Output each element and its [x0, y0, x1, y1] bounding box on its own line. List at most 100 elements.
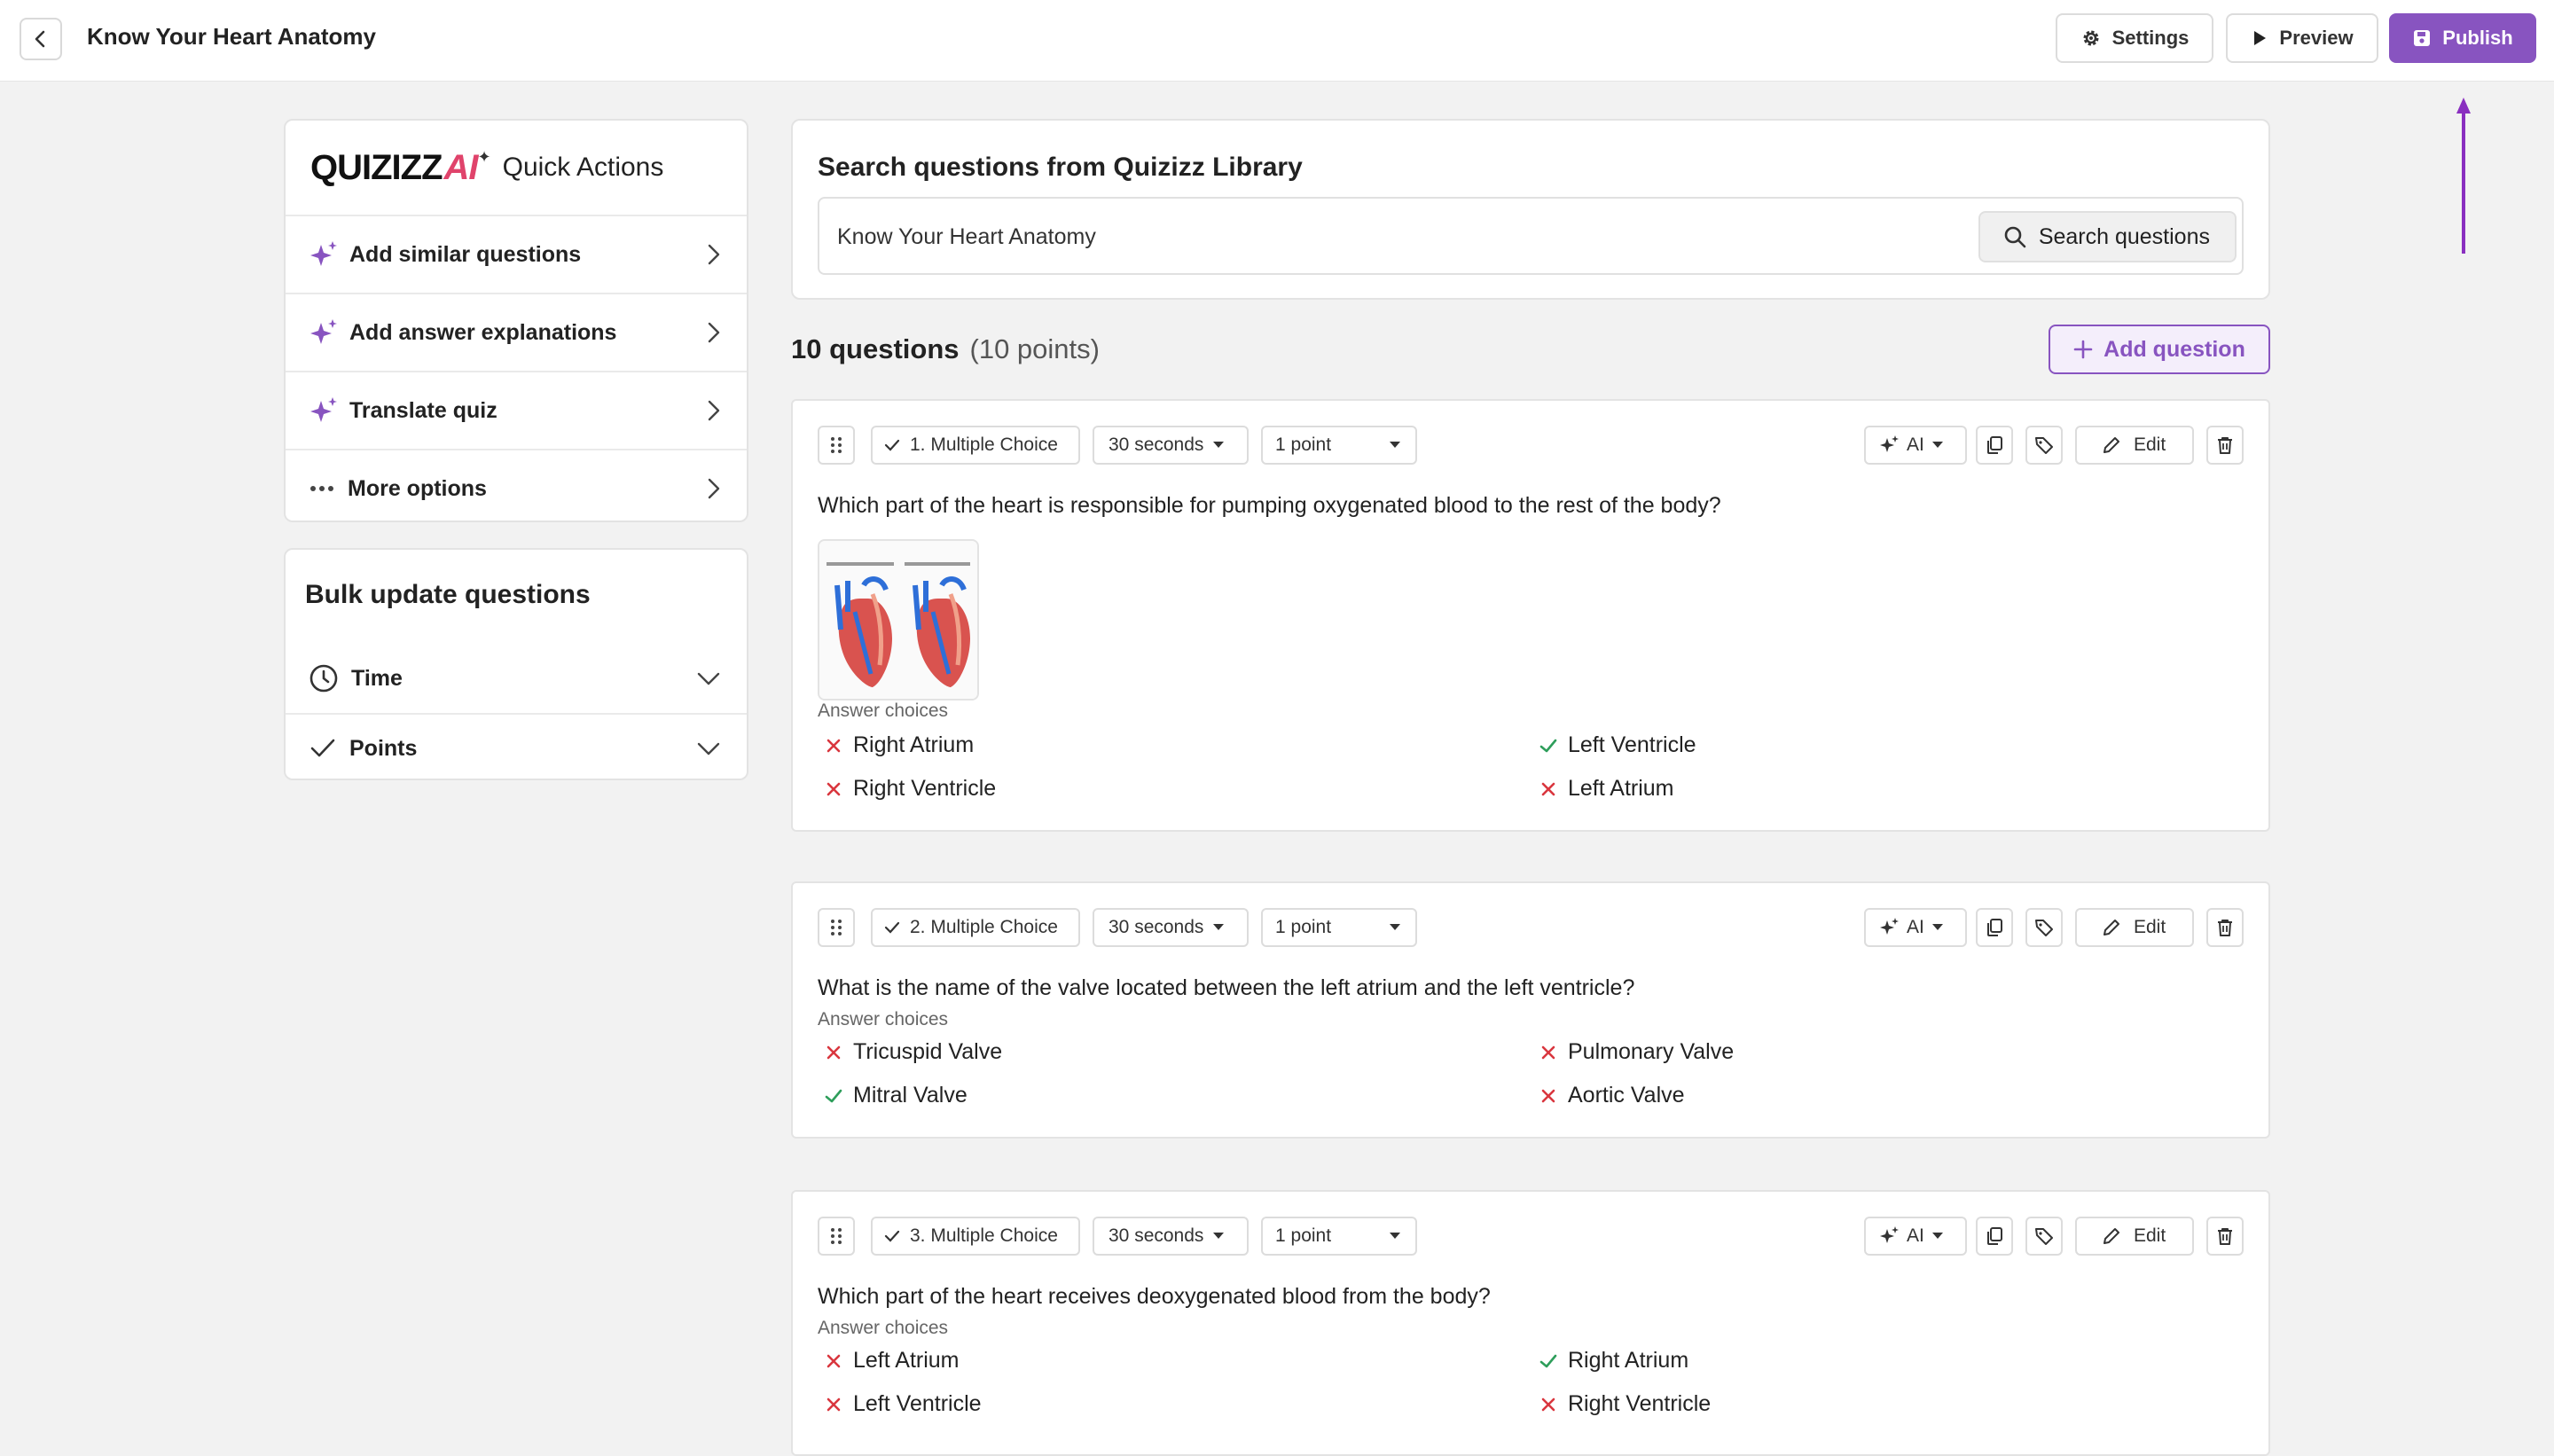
answer-text: Left Ventricle [1568, 732, 1696, 757]
drag-handle[interactable] [818, 426, 855, 465]
answer-choice: Right Atrium [825, 732, 974, 758]
brand-ai-text: AI [443, 147, 479, 187]
duplicate-button[interactable] [1976, 1217, 2013, 1256]
questions-summary: 10 questions (10 points) [791, 333, 1100, 365]
answer-choices-label: Answer choices [818, 1318, 949, 1338]
back-button[interactable] [20, 18, 62, 60]
caret-down-icon [1213, 924, 1225, 930]
bulk-update-points[interactable]: Points [286, 713, 747, 782]
chevron-right-icon [708, 400, 720, 421]
check-icon [884, 439, 900, 451]
time-value: 30 seconds [1109, 1225, 1204, 1246]
time-dropdown[interactable]: 30 seconds [1093, 908, 1249, 947]
search-button-label: Search questions [2038, 223, 2210, 249]
correct-icon [1539, 739, 1557, 752]
quick-actions-panel: QUIZIZZ AI ✦ Quick Actions Add similar q… [284, 119, 748, 522]
ai-menu-button[interactable]: AI [1864, 908, 1967, 947]
question-type-button[interactable]: 3. Multiple Choice [871, 1217, 1080, 1256]
ai-label: AI [1907, 434, 1924, 455]
quick-action-add-explanations[interactable]: Add answer explanations [286, 293, 747, 371]
quick-action-add-similar[interactable]: Add similar questions [286, 215, 747, 293]
edit-button[interactable]: Edit [2075, 908, 2194, 947]
question-toolbar: 1. Multiple Choice 30 seconds 1 point AI [818, 426, 2244, 465]
publish-button[interactable]: Publish [2389, 13, 2536, 63]
caret-down-icon [1390, 924, 1400, 930]
points-value: 1 point [1275, 434, 1332, 455]
tag-button[interactable] [2025, 908, 2063, 947]
search-bar: Search questions [818, 197, 2244, 275]
answer-text: Right Ventricle [1568, 1391, 1712, 1416]
bulk-update-label: Points [349, 735, 418, 761]
question-type-label: 2. Multiple Choice [910, 917, 1058, 937]
answer-text: Right Atrium [1568, 1348, 1689, 1373]
points-dropdown[interactable]: 1 point [1261, 908, 1417, 947]
answer-text: Pulmonary Valve [1568, 1039, 1735, 1064]
sparkle-icon [310, 241, 337, 266]
drag-handle-icon [831, 1228, 842, 1244]
drag-handle[interactable] [818, 1217, 855, 1256]
quick-action-label: Add similar questions [349, 241, 582, 267]
question-text: What is the name of the valve located be… [818, 975, 1635, 1000]
caret-down-icon [1213, 1233, 1225, 1239]
sparkle-icon [1880, 1226, 1899, 1243]
heart-diagram-image [819, 541, 977, 699]
tag-button[interactable] [2025, 426, 2063, 465]
sparkle-icon: ✦ [477, 147, 491, 166]
answer-choice: Tricuspid Valve [825, 1039, 1002, 1065]
bulk-update-panel: Bulk update questions Time Points [284, 548, 748, 780]
answer-choices-label: Answer choices [818, 701, 949, 721]
quick-action-more-options[interactable]: More options [286, 449, 747, 527]
settings-label: Settings [2111, 27, 2190, 49]
save-icon [2414, 30, 2431, 46]
points-dropdown[interactable]: 1 point [1261, 426, 1417, 465]
answer-text: Aortic Valve [1568, 1083, 1685, 1108]
incorrect-icon [827, 739, 841, 752]
trash-icon [2218, 1228, 2232, 1245]
check-icon [310, 739, 335, 757]
answer-text: Left Ventricle [853, 1391, 982, 1416]
preview-button[interactable]: Preview [2226, 13, 2378, 63]
ai-menu-button[interactable]: AI [1864, 426, 1967, 465]
chevron-right-icon [708, 478, 720, 499]
time-dropdown[interactable]: 30 seconds [1093, 426, 1249, 465]
bulk-update-time[interactable]: Time [286, 644, 747, 713]
edit-button[interactable]: Edit [2075, 426, 2194, 465]
delete-button[interactable] [2206, 908, 2244, 947]
edit-label: Edit [2134, 1225, 2166, 1246]
edit-button[interactable]: Edit [2075, 1217, 2194, 1256]
question-type-button[interactable]: 1. Multiple Choice [871, 426, 1080, 465]
delete-button[interactable] [2206, 426, 2244, 465]
question-type-label: 1. Multiple Choice [910, 434, 1058, 455]
caret-down-icon [1390, 1233, 1400, 1239]
add-question-label: Add question [2104, 336, 2245, 362]
delete-button[interactable] [2206, 1217, 2244, 1256]
duplicate-button[interactable] [1976, 426, 2013, 465]
question-type-button[interactable]: 2. Multiple Choice [871, 908, 1080, 947]
drag-handle[interactable] [818, 908, 855, 947]
drag-handle-icon [831, 920, 842, 935]
question-image[interactable] [818, 539, 979, 701]
duplicate-icon [1987, 1227, 2002, 1245]
add-question-button[interactable]: Add question [2049, 325, 2270, 374]
ai-menu-button[interactable]: AI [1864, 1217, 1967, 1256]
tag-button[interactable] [2025, 1217, 2063, 1256]
points-value: 1 point [1275, 917, 1332, 937]
time-dropdown[interactable]: 30 seconds [1093, 1217, 1249, 1256]
pointer-arrow-icon [2456, 98, 2471, 254]
search-questions-button[interactable]: Search questions [1978, 211, 2237, 262]
top-bar: Know Your Heart Anatomy Settings Preview… [0, 0, 2554, 82]
plus-icon [2073, 340, 2093, 359]
total-points: (10 points) [969, 333, 1100, 364]
points-dropdown[interactable]: 1 point [1261, 1217, 1417, 1256]
question-toolbar: 3. Multiple Choice 30 seconds 1 point AI [818, 1217, 2244, 1256]
duplicate-button[interactable] [1976, 908, 2013, 947]
play-icon [2254, 31, 2267, 45]
sparkle-icon [1880, 435, 1899, 452]
settings-button[interactable]: Settings [2056, 13, 2213, 63]
incorrect-icon [827, 1045, 841, 1059]
quick-action-translate[interactable]: Translate quiz [286, 371, 747, 449]
trash-icon [2218, 920, 2232, 936]
chevron-right-icon [708, 322, 720, 343]
incorrect-icon [827, 1354, 841, 1367]
search-input[interactable] [837, 216, 1901, 257]
